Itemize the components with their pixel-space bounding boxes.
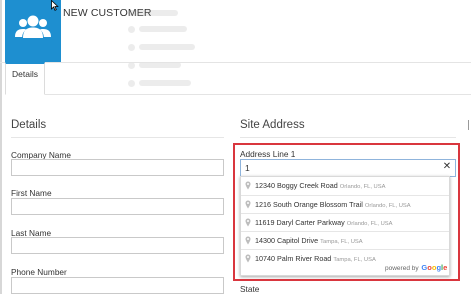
left-edge-strip: [0, 0, 2, 294]
company-name-field[interactable]: [11, 159, 224, 176]
tab-details[interactable]: Details: [5, 62, 45, 95]
last-name-field[interactable]: [11, 237, 224, 254]
first-name-label: First Name: [11, 188, 52, 198]
right-edge-marker: [468, 120, 469, 130]
users-group-icon: [15, 15, 51, 38]
tabs-divider: [45, 94, 471, 95]
address-highlight-box: [233, 143, 460, 281]
details-section-divider: [11, 137, 224, 138]
phone-number-label: Phone Number: [11, 267, 67, 277]
phone-number-field[interactable]: [11, 277, 224, 294]
header-divider: [0, 62, 471, 63]
faded-background-menu: [128, 4, 208, 90]
first-name-field[interactable]: [11, 198, 224, 215]
state-label: State: [240, 284, 260, 294]
details-section-title: Details: [11, 119, 47, 131]
mouse-cursor-icon: [51, 0, 59, 11]
site-address-section-divider: [240, 137, 456, 138]
customer-form-page: NEW CUSTOMER Details Details Site Addres…: [0, 0, 471, 294]
site-address-section-title: Site Address: [240, 119, 305, 131]
